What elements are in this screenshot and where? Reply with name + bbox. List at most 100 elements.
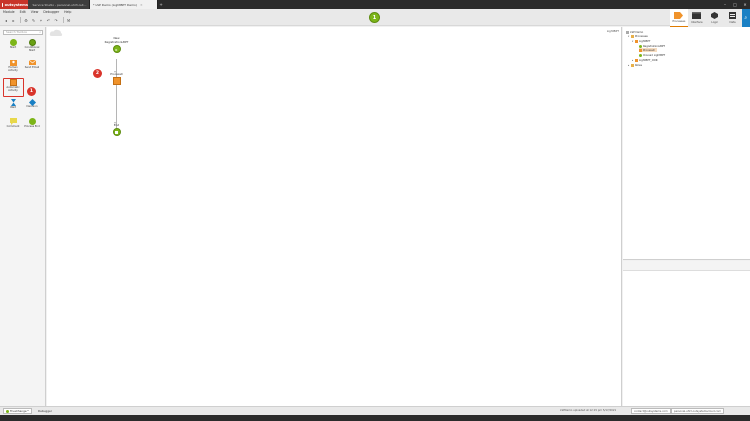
send-email-icon (28, 59, 36, 65)
process-canvas[interactable]: LightBPT New RegistrationLBPT ▸ Process0… (47, 27, 622, 406)
tab-service-studio[interactable]: Service Studio - personal-uhl3.out...✕ (28, 0, 90, 9)
tree-item-onload[interactable]: OnLoad LightBPT (639, 53, 665, 57)
status-text: LSPDemo uploaded at 12:15 pm 5/17/2021 (560, 409, 617, 412)
end-node[interactable]: End (105, 123, 128, 137)
maximize-button[interactable]: □ (730, 0, 740, 9)
tab-label: Service Studio - personal-uhl3.out... (32, 2, 87, 7)
toolbar-separator (62, 17, 64, 23)
screen-footer (0, 415, 750, 421)
server-status[interactable]: personal-uhl3.outsystemscloud.com (671, 408, 724, 414)
back-button[interactable]: ◂ (3, 17, 9, 23)
search-placeholder: Search Toolbox (6, 30, 27, 34)
tree-item-process0[interactable]: Process0 (639, 48, 657, 52)
flow-connector (116, 59, 117, 132)
menu-module[interactable]: Module (3, 10, 15, 14)
comment-icon (9, 118, 17, 125)
human-activity-icon (9, 60, 17, 66)
toolbox-label: Comment (6, 125, 20, 128)
tab-label: Processes (672, 20, 686, 24)
settings-icon[interactable]: ⚙ (23, 17, 29, 23)
tab-processes[interactable]: Processes (670, 9, 688, 27)
stop-icon (115, 130, 118, 134)
toolbox-label: Conditional Start (24, 46, 40, 52)
menu-view[interactable]: View (31, 10, 39, 14)
wait-icon (10, 99, 16, 106)
automatic-activity-icon (112, 77, 121, 86)
new-tab-button[interactable]: + (158, 0, 164, 9)
tab-label: TrueChange™ (10, 409, 30, 413)
tree-label: OnLoad LightBPT (643, 53, 666, 57)
title-bar: outsystems Service Studio - personal-uhl… (0, 0, 750, 9)
start-icon (9, 39, 17, 46)
toolbox-decision[interactable]: Decision (23, 98, 41, 109)
node-label: Process0 (110, 72, 123, 76)
minimize-button[interactable]: – (720, 0, 730, 9)
tree-item-roles[interactable]: ▸ Roles (628, 63, 642, 67)
tab-data[interactable]: Data (724, 9, 742, 27)
tree-item-lightbpt-oor[interactable]: ▸ LightBPT_OOR (632, 58, 658, 62)
action-icon (639, 53, 642, 57)
search-icon: ⌕ (744, 15, 748, 21)
cloud-icon (49, 29, 63, 36)
tree-label: LightBPT_OOR (639, 58, 658, 62)
node-label: End (113, 123, 120, 127)
highlight-box (3, 78, 24, 97)
toolbox-process-end[interactable]: Process End (23, 118, 41, 129)
close-icon[interactable]: ✕ (140, 3, 143, 7)
tab-interface[interactable]: Interface (688, 9, 706, 27)
search-button[interactable]: ⌕ (741, 9, 750, 27)
merge-icon[interactable]: ⑂ (38, 17, 44, 23)
start-node-icon: ▸ (112, 45, 121, 54)
node-label: RegistrationLBPT (104, 40, 129, 45)
tree-label: LightBPT (639, 39, 651, 43)
tree-item-processes[interactable]: ▾ Processes (628, 34, 648, 38)
automatic-activity-node[interactable]: Process0 (105, 72, 128, 86)
tab-label: Debugger (38, 409, 52, 413)
debug-icon[interactable]: ✎ (31, 17, 37, 23)
toolbox-label: Start (9, 46, 17, 49)
process-icon (635, 39, 638, 43)
user-status[interactable]: contact@outsystems.com (631, 408, 671, 414)
folder-icon (631, 63, 634, 67)
menu-edit[interactable]: Edit (20, 10, 26, 14)
toolbox-palette: Search Toolbox ⌕ Start Conditional Start… (0, 27, 46, 406)
toolbox-label: Human Activity (8, 66, 18, 72)
properties-panel (623, 261, 750, 406)
start-node[interactable]: New RegistrationLBPT ▸ (99, 36, 134, 54)
tab-truechange[interactable]: TrueChange™ (3, 408, 33, 414)
layer-tabs: Processes Interface Logic Data ⌕ (670, 9, 750, 27)
properties-header (623, 261, 750, 271)
window-controls: – □ ✕ (720, 0, 750, 9)
undo-icon[interactable]: ↶ (46, 17, 52, 23)
interface-icon (692, 12, 702, 20)
menu-help[interactable]: Help (64, 10, 71, 14)
tree-label: Process0 (643, 48, 655, 52)
process-icon (635, 58, 638, 62)
tab-lsp-demo[interactable]: * LSP Demo (LightBPT Demo) ✕ (90, 0, 158, 9)
app-logo[interactable]: outsystems (0, 0, 28, 9)
toolbox-conditional-start[interactable]: Conditional Start (23, 39, 41, 53)
toolbox-label: Send Email (24, 66, 40, 69)
tree-label: Roles (635, 63, 642, 67)
tab-label: * LSP Demo (LightBPT Demo) (93, 2, 138, 7)
toolbox-comment[interactable]: Comment (4, 118, 22, 129)
redo-icon[interactable]: ↷ (53, 17, 59, 23)
toolbox-wait[interactable]: Wait (4, 99, 22, 110)
forward-button[interactable]: ▸ (11, 17, 17, 23)
toolbox-search-input[interactable]: Search Toolbox ⌕ (3, 30, 43, 35)
toolbox-send-email[interactable]: Send Email (23, 59, 41, 70)
logo-text: outsystems (4, 2, 28, 7)
automatic-activity-icon (639, 48, 642, 52)
publish-icon[interactable]: ⚒ (66, 17, 72, 23)
tab-logic[interactable]: Logic (706, 9, 724, 27)
tree-item-lightbpt[interactable]: ▾ LightBPT (632, 39, 650, 43)
menu-debugger[interactable]: Debugger (43, 10, 59, 14)
toolbox-human-activity[interactable]: Human Activity (4, 59, 22, 73)
toolbox-start[interactable]: Start (4, 39, 22, 50)
tab-debugger[interactable]: Debugger (36, 408, 54, 414)
publish-status-badge[interactable]: 1 (369, 12, 380, 23)
tab-label: Logic (711, 20, 719, 24)
outsystems-logo-icon (2, 2, 4, 7)
service-studio-window: outsystems Service Studio - personal-uhl… (0, 0, 750, 421)
close-window-button[interactable]: ✕ (740, 0, 750, 9)
